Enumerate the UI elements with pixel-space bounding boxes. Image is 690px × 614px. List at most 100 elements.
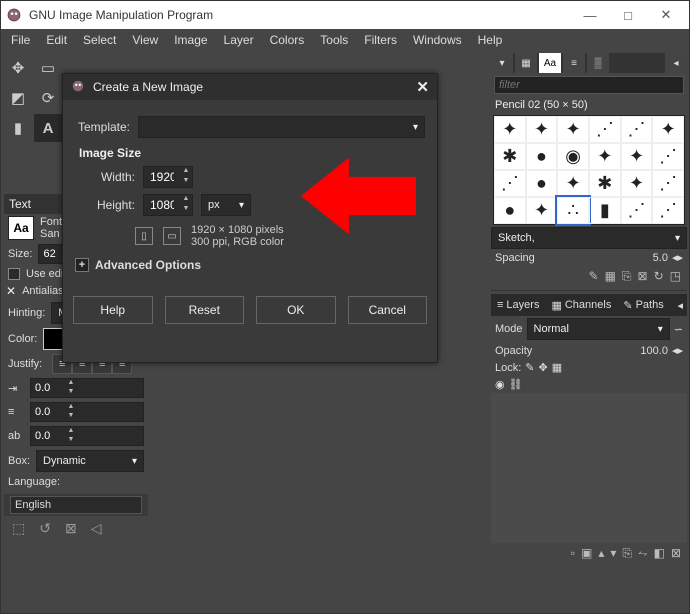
tab-patterns-icon[interactable]: ▒ <box>587 53 609 73</box>
menu-help[interactable]: Help <box>470 33 511 47</box>
up-layer-icon[interactable]: ▴ <box>598 546 604 561</box>
layers-menu-icon[interactable]: ◂ <box>673 299 687 312</box>
tab-fonts-icon[interactable]: Aa <box>539 53 561 73</box>
font-label: Font <box>40 216 62 228</box>
visibility-icon[interactable]: ◉ <box>495 378 505 391</box>
save-icon[interactable]: ⬚ <box>12 520 25 537</box>
font-aa-icon[interactable]: Aa <box>8 216 34 240</box>
link-icon[interactable]: ⛓ <box>509 378 523 391</box>
language-label: Language: <box>8 476 60 488</box>
merge-layer-icon[interactable]: ⥊ <box>638 546 648 561</box>
edit-brush-icon[interactable]: ✎ <box>589 269 599 284</box>
menu-colors[interactable]: Colors <box>262 33 313 47</box>
letter-spacing-icon: ab <box>8 430 24 442</box>
template-select[interactable]: ▾ <box>138 116 425 138</box>
brush-category-select[interactable]: Sketch,▾ <box>491 227 687 249</box>
tab-layers[interactable]: ≡Layers <box>491 299 545 311</box>
dup-brush-icon[interactable]: ⎘ <box>622 269 632 284</box>
template-label: Template: <box>75 120 130 134</box>
help-button[interactable]: Help <box>73 296 153 324</box>
menu-edit[interactable]: Edit <box>38 33 75 47</box>
text-tool-icon[interactable]: A <box>34 114 62 142</box>
minimize-button[interactable]: — <box>571 1 609 29</box>
menu-tools[interactable]: Tools <box>312 33 356 47</box>
menu-windows[interactable]: Windows <box>405 33 470 47</box>
indent-icon: ⇥ <box>8 382 24 395</box>
box-select[interactable]: Dynamic▾ <box>36 450 144 472</box>
advanced-options-toggle[interactable]: + Advanced Options <box>75 258 425 272</box>
opacity-label: Opacity <box>495 345 532 357</box>
antialias-close-icon[interactable]: ✕ <box>6 284 16 298</box>
menu-select[interactable]: Select <box>75 33 124 47</box>
menu-filters[interactable]: Filters <box>356 33 405 47</box>
tab-channels[interactable]: ▦Channels <box>545 299 617 312</box>
open-brush-icon[interactable]: ◳ <box>670 269 681 284</box>
menu-layer[interactable]: Layer <box>216 33 262 47</box>
window-title: GNU Image Manipulation Program <box>29 8 571 22</box>
group-layer-icon[interactable]: ▣ <box>581 546 592 561</box>
bucket-tool-icon[interactable]: ▮ <box>4 114 32 142</box>
spacing-row[interactable]: Spacing 5.0 ◂▸ <box>491 249 687 266</box>
brush-grid[interactable]: ✦✦✦⋰⋰✦ ✱●◉✦✦⋰ ⋰●✦✱✦⋰ ●✦∴▮⋰⋰ <box>493 115 685 225</box>
mode-select[interactable]: Normal▾ <box>527 318 670 340</box>
use-editor-checkbox[interactable] <box>8 268 20 280</box>
letter-spacing-input[interactable]: ▲▼ <box>30 426 144 446</box>
crop-tool-icon[interactable]: ◩ <box>4 84 32 112</box>
move-tool-icon[interactable]: ✥ <box>4 54 32 82</box>
restore-icon[interactable]: ↺ <box>39 520 51 537</box>
menu-image[interactable]: Image <box>166 33 215 47</box>
hinting-label: Hinting: <box>8 307 45 319</box>
del-brush-icon[interactable]: ⊠ <box>638 269 648 284</box>
tab-history-icon[interactable]: ≡ <box>563 53 585 73</box>
opacity-value[interactable]: 100.0 <box>640 345 668 357</box>
antialias-label: Antialias <box>22 285 64 297</box>
ok-button[interactable]: OK <box>256 296 336 324</box>
units-select[interactable]: px▾ <box>201 194 251 216</box>
refresh-brush-icon[interactable]: ↻ <box>654 269 664 284</box>
close-button[interactable]: ✕ <box>647 1 685 29</box>
reset-button[interactable]: Reset <box>165 296 245 324</box>
dialog-title: Create a New Image <box>93 80 416 94</box>
height-input[interactable]: ▲▼ <box>143 194 193 216</box>
info-ppi: 300 ppi, RGB color <box>191 236 284 248</box>
lock-pixels-icon[interactable]: ✎ <box>525 361 534 374</box>
line-spacing-input[interactable]: ▲▼ <box>30 402 144 422</box>
brush-name: Pencil 02 (50 × 50) <box>491 97 687 113</box>
indent-input[interactable]: ▲▼ <box>30 378 144 398</box>
mode-switch-icon[interactable]: ∽ <box>674 323 683 336</box>
lock-alpha-icon[interactable]: ▦ <box>552 361 562 374</box>
dialog-titlebar: Create a New Image ✕ <box>63 74 437 100</box>
delete-layer-icon[interactable]: ⊠ <box>671 546 681 561</box>
language-input[interactable] <box>10 496 142 514</box>
new-layer-icon[interactable]: ▫ <box>571 546 575 561</box>
tab-down-icon[interactable]: ▾ <box>491 53 513 73</box>
delete-icon[interactable]: ⊠ <box>65 520 77 537</box>
language-input-wrap <box>4 494 148 516</box>
mask-layer-icon[interactable]: ◧ <box>654 546 665 561</box>
app-logo-icon <box>5 6 23 24</box>
lock-position-icon[interactable]: ✥ <box>539 361 548 374</box>
new-brush-icon[interactable]: ▦ <box>605 269 616 284</box>
tab-paths[interactable]: ✎Paths <box>617 299 669 312</box>
select-tool-icon[interactable]: ▭ <box>34 54 62 82</box>
tab-menu-icon[interactable]: ◂ <box>665 53 687 73</box>
menu-file[interactable]: File <box>3 33 38 47</box>
landscape-icon[interactable]: ▭ <box>163 227 181 245</box>
cancel-button[interactable]: Cancel <box>348 296 428 324</box>
width-input[interactable]: ▲▼ <box>143 166 193 188</box>
menubar: File Edit Select View Image Layer Colors… <box>1 29 689 51</box>
tab-brushes-icon[interactable]: ▦ <box>515 53 537 73</box>
reset-icon[interactable]: ◁ <box>91 520 102 537</box>
dialog-close-icon[interactable]: ✕ <box>416 78 429 96</box>
portrait-icon[interactable]: ▯ <box>135 227 153 245</box>
box-label: Box: <box>8 455 30 467</box>
menu-view[interactable]: View <box>124 33 166 47</box>
layers-list[interactable] <box>491 393 687 543</box>
font-family[interactable]: San <box>40 228 62 240</box>
lock-label: Lock: <box>495 362 521 374</box>
brush-filter-input[interactable] <box>494 76 684 94</box>
transform-tool-icon[interactable]: ⟳ <box>34 84 62 112</box>
maximize-button[interactable]: □ <box>609 1 647 29</box>
down-layer-icon[interactable]: ▾ <box>610 546 616 561</box>
dup-layer-icon[interactable]: ⎘ <box>622 546 632 561</box>
